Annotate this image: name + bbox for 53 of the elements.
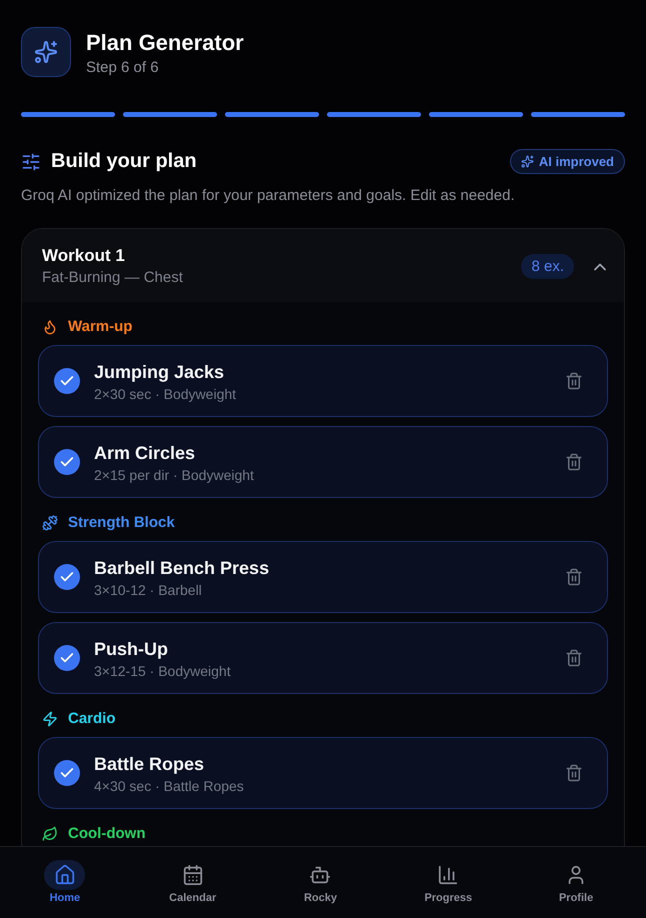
- robot-icon: [309, 864, 332, 886]
- nav-tab[interactable]: Home: [1, 847, 129, 918]
- settings-sliders-icon: [21, 152, 41, 172]
- ai-status-label: AI improved: [538, 154, 614, 170]
- lightning-icon: [42, 711, 58, 727]
- workout-subtitle: Fat-Burning — Chest: [42, 268, 183, 288]
- sparkles-icon: [520, 155, 534, 168]
- nav-tab[interactable]: Profile: [512, 847, 640, 918]
- exercise-name: Push-Up: [94, 638, 169, 660]
- trash-icon: [565, 568, 583, 586]
- checkbox[interactable]: [54, 645, 80, 671]
- exercise-detail: 3×12-15 · Bodyweight: [94, 662, 232, 680]
- checkbox[interactable]: [54, 760, 80, 786]
- exercise-detail: 2×15 per dir · Bodyweight: [94, 466, 255, 484]
- exercise-detail: 2×30 sec · Bodyweight: [94, 384, 238, 402]
- exercise-name: Arm Circles: [94, 442, 196, 464]
- trash-icon: [565, 453, 583, 471]
- checkbox[interactable]: [54, 564, 80, 590]
- exercise-name: Battle Ropes: [94, 752, 206, 776]
- section-title: Build your plan: [51, 149, 197, 174]
- delete-button[interactable]: [565, 764, 583, 782]
- exercise-name: Barbell Bench Press: [94, 556, 270, 580]
- calendar-icon: [182, 864, 204, 886]
- checkbox[interactable]: [54, 449, 80, 475]
- bar-chart-icon: [437, 864, 460, 886]
- block-title: Warm-up: [68, 317, 132, 337]
- exercise-name: Jumping Jacks: [94, 360, 226, 384]
- delete-button[interactable]: [565, 372, 583, 390]
- block-title: Cool-down: [68, 824, 146, 844]
- workout-title: Workout 1: [42, 245, 126, 267]
- trash-icon: [565, 649, 583, 667]
- delete-button[interactable]: [565, 568, 583, 586]
- nav-tab[interactable]: Calendar: [128, 847, 257, 918]
- nav-tab[interactable]: Progress: [384, 847, 512, 918]
- delete-button[interactable]: [565, 453, 583, 471]
- exercise-detail: 4×30 sec · Battle Ropes: [94, 776, 245, 794]
- block-title: Strength Block: [68, 513, 175, 533]
- exercise-detail: 3×10-12 · Barbell: [94, 580, 203, 598]
- flame-icon: [42, 319, 58, 335]
- sparkles-icon: [21, 27, 71, 77]
- home-icon: [44, 860, 86, 890]
- block-title: Cardio: [68, 709, 116, 729]
- trash-icon: [565, 372, 583, 390]
- trash-icon: [565, 764, 583, 782]
- section-description: Groq AI optimized the plan for your parameters and goals. Edit as needed.: [21, 186, 516, 206]
- count-badge: 8 ex.: [521, 254, 574, 279]
- checkbox[interactable]: [54, 368, 80, 394]
- leaf-icon: [42, 826, 58, 842]
- dumbbell-icon: [42, 515, 58, 531]
- page-title: Plan Generator: [86, 29, 244, 57]
- nav-tab[interactable]: Rocky: [256, 847, 384, 918]
- step-label: Step 6 of 6: [86, 58, 160, 78]
- delete-button[interactable]: [565, 649, 583, 667]
